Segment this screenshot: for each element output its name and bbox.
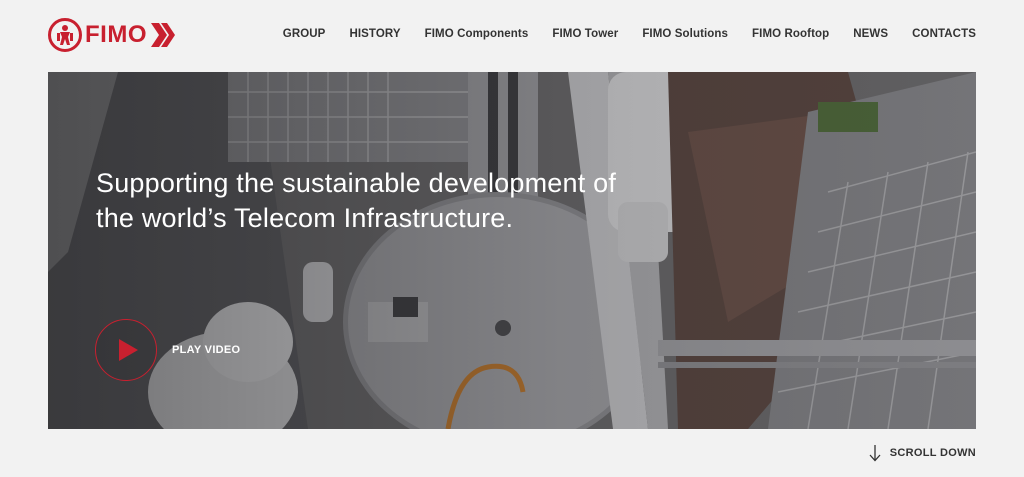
nav-item-fimo-components[interactable]: FIMO Components bbox=[425, 28, 529, 40]
nav-item-history[interactable]: HISTORY bbox=[349, 28, 400, 40]
logo-chevrons-icon bbox=[151, 23, 175, 47]
site-header: FIMO GROUP HISTORY FIMO Components FIMO … bbox=[0, 0, 1024, 70]
play-circle[interactable] bbox=[95, 319, 157, 381]
fimo-logo[interactable]: FIMO bbox=[48, 16, 188, 54]
nav-item-fimo-rooftop[interactable]: FIMO Rooftop bbox=[752, 28, 829, 40]
logo-wordmark: FIMO bbox=[85, 21, 147, 48]
nav-item-fimo-solutions[interactable]: FIMO Solutions bbox=[642, 28, 728, 40]
play-icon bbox=[119, 339, 138, 361]
nav-item-news[interactable]: NEWS bbox=[853, 28, 888, 40]
scroll-down-label[interactable]: SCROLL DOWN bbox=[890, 447, 976, 459]
nav-item-group[interactable]: GROUP bbox=[283, 28, 326, 40]
hero-headline-line2: the world’s Telecom Infrastructure. bbox=[96, 203, 514, 233]
nav-item-contacts[interactable]: CONTACTS bbox=[912, 28, 976, 40]
play-video-label[interactable]: PLAY VIDEO bbox=[172, 344, 240, 356]
scroll-down-link[interactable]: SCROLL DOWN bbox=[868, 444, 976, 462]
hero-banner: Supporting the sustainable development o… bbox=[48, 72, 976, 429]
nav-item-fimo-tower[interactable]: FIMO Tower bbox=[552, 28, 618, 40]
play-video-button[interactable]: PLAY VIDEO bbox=[95, 319, 240, 381]
hero-headline-line1: Supporting the sustainable development o… bbox=[96, 168, 617, 198]
logo-mark-icon bbox=[48, 18, 82, 52]
arrow-down-icon bbox=[869, 445, 881, 462]
hero-headline: Supporting the sustainable development o… bbox=[96, 166, 696, 236]
main-nav: GROUP HISTORY FIMO Components FIMO Tower… bbox=[283, 28, 976, 40]
